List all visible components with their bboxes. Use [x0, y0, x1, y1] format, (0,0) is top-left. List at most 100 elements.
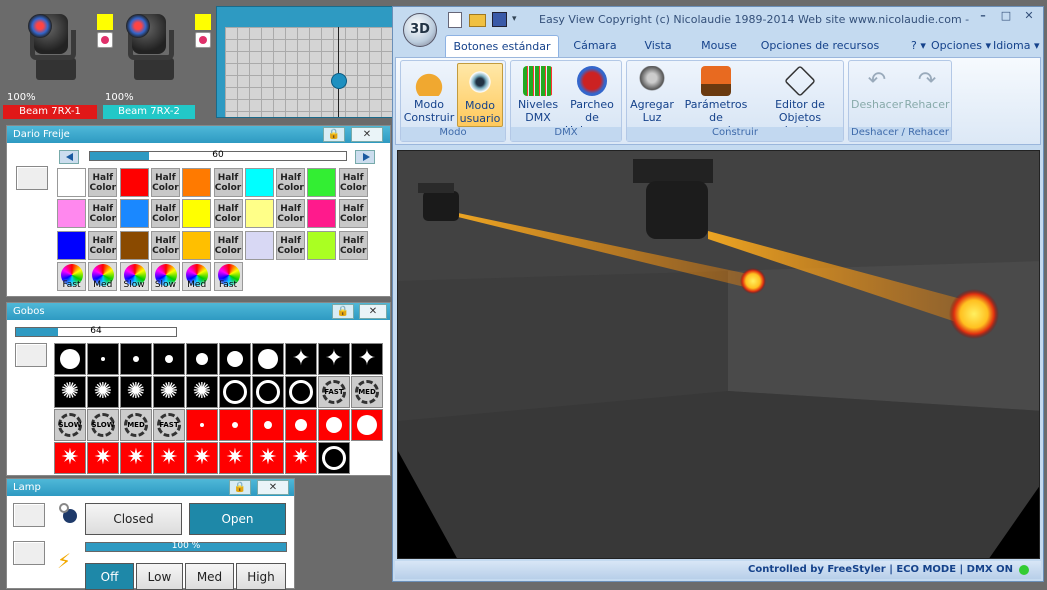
modo-usuario-button[interactable]: Modo usuario — [457, 63, 503, 127]
gobo-button[interactable]: ✺ — [54, 376, 86, 408]
language-menu[interactable]: Idioma ▾ — [993, 39, 1040, 52]
lock-icon[interactable]: 🔒 — [323, 127, 345, 142]
gobo-button[interactable]: ✦ — [318, 343, 350, 375]
half-color-button[interactable]: Half Color — [150, 168, 180, 197]
open-button[interactable]: Open — [189, 503, 286, 535]
lamp-mode-med[interactable]: Med — [185, 563, 234, 590]
gobo-button[interactable]: ✷ — [252, 442, 284, 474]
gobo-button[interactable]: ✦ — [285, 343, 317, 375]
tab-camara[interactable]: Cámara — [565, 35, 625, 57]
color-wheel-button[interactable]: Slow — [119, 261, 149, 291]
color-swatch[interactable] — [57, 168, 86, 197]
gobo-button[interactable]: ✺ — [186, 376, 218, 408]
tab-mouse[interactable]: Mouse — [691, 35, 747, 57]
quick-access-dropdown-icon[interactable]: ▾ — [512, 14, 517, 24]
half-color-button[interactable]: Half Color — [276, 199, 306, 229]
color-wheel-button[interactable]: Med — [182, 261, 212, 291]
gobo-button[interactable]: ✷ — [87, 442, 119, 474]
gobo-button[interactable] — [54, 343, 86, 375]
half-color-button[interactable]: Half Color — [338, 168, 368, 197]
half-color-button[interactable]: Half Color — [88, 230, 118, 260]
gobo-button[interactable] — [186, 343, 218, 375]
dimmer-reset-button[interactable] — [13, 541, 45, 565]
color-swatch[interactable] — [307, 168, 337, 197]
minimize-button[interactable]: – — [973, 9, 993, 22]
gobo-button[interactable] — [87, 343, 119, 375]
half-color-button[interactable]: Half Color — [88, 168, 118, 197]
gobo-button[interactable]: ✺ — [153, 376, 185, 408]
fixture-1-name[interactable]: Beam 7RX-1 — [3, 105, 97, 119]
rehacer-button[interactable]: ↷ Rehacer — [903, 63, 951, 127]
niveles-dmx-button[interactable]: Niveles DMX — [513, 63, 563, 127]
shutter-reset-button[interactable] — [13, 503, 45, 527]
tab-botones-estandar[interactable]: Botones estándar — [445, 35, 559, 57]
gobo-button[interactable]: ✷ — [186, 442, 218, 474]
close-button[interactable]: ✕ — [359, 304, 387, 319]
gobo-reset-button[interactable] — [15, 343, 47, 367]
lamp-mode-low[interactable]: Low — [136, 563, 183, 590]
color-slider[interactable]: 60 — [89, 150, 347, 161]
gobo-button[interactable] — [252, 376, 284, 408]
3d-scene[interactable] — [398, 151, 1040, 559]
color-reset-button[interactable] — [16, 166, 48, 190]
gobo-button[interactable] — [318, 442, 350, 474]
color-swatch[interactable] — [182, 230, 212, 260]
gobo-button[interactable] — [351, 409, 383, 441]
gobo-button[interactable] — [219, 376, 251, 408]
half-color-button[interactable]: Half Color — [338, 199, 368, 229]
half-color-button[interactable]: Half Color — [213, 230, 243, 260]
gobo-button[interactable] — [186, 409, 218, 441]
maximize-button[interactable]: □ — [996, 9, 1016, 22]
pan-tilt-handle[interactable] — [331, 73, 347, 89]
gobo-button[interactable]: SLOW — [87, 409, 119, 441]
half-color-button[interactable]: Half Color — [150, 199, 180, 229]
new-file-icon[interactable] — [448, 12, 462, 28]
agregar-luz-button[interactable]: Agregar Luz — [629, 63, 675, 127]
color-swatch[interactable] — [57, 230, 86, 260]
gobo-button[interactable]: ✺ — [120, 376, 152, 408]
gobo-button[interactable] — [285, 376, 317, 408]
color-swatch[interactable] — [182, 168, 212, 197]
pan-tilt-pad[interactable] — [216, 6, 394, 118]
color-wheel-button[interactable]: Fast — [57, 261, 86, 291]
closed-button[interactable]: Closed — [85, 503, 182, 535]
pan-tilt-grid[interactable] — [225, 27, 393, 117]
color-wheel-button[interactable]: Fast — [213, 261, 243, 291]
half-color-button[interactable]: Half Color — [150, 230, 180, 260]
gobo-button[interactable] — [219, 343, 251, 375]
parcheo-universos-button[interactable]: Parcheo de Universos — [563, 63, 621, 137]
gobo-button[interactable]: ✷ — [219, 442, 251, 474]
color-wheel-button[interactable]: Slow — [150, 261, 180, 291]
prev-arrow-button[interactable] — [59, 150, 79, 164]
editor-objetos-button[interactable]: Editor de Objetos simples — [757, 63, 843, 137]
tab-opciones-de-recursos[interactable]: Opciones de recursos — [755, 35, 885, 57]
gobo-button[interactable]: ✷ — [285, 442, 317, 474]
modo-construir-button[interactable]: Modo Construir — [403, 63, 455, 127]
next-arrow-button[interactable] — [355, 150, 375, 164]
gobo-button[interactable] — [219, 409, 251, 441]
color-swatch[interactable] — [119, 230, 149, 260]
gobo-slider[interactable]: 64 — [15, 326, 177, 337]
gobo-button[interactable]: ✷ — [54, 442, 86, 474]
color-swatch[interactable] — [244, 168, 274, 197]
gobo-button[interactable] — [120, 343, 152, 375]
lamp-mode-high[interactable]: High — [236, 563, 286, 590]
gobo-button[interactable]: ✷ — [120, 442, 152, 474]
color-swatch[interactable] — [244, 199, 274, 229]
close-button[interactable]: ✕ — [257, 480, 289, 495]
color-swatch[interactable] — [57, 199, 86, 229]
gobo-button[interactable]: ✷ — [153, 442, 185, 474]
color-swatch[interactable] — [244, 230, 274, 260]
lock-icon[interactable]: 🔒 — [332, 304, 354, 319]
fixture-2-icon[interactable] — [118, 8, 174, 98]
gobo-button[interactable]: ✺ — [87, 376, 119, 408]
color-wheel-button[interactable]: Med — [88, 261, 118, 291]
gobo-button[interactable]: ✦ — [351, 343, 383, 375]
help-menu[interactable]: ? ▾ — [911, 39, 926, 52]
deshacer-button[interactable]: ↶ Deshacer — [851, 63, 903, 127]
gobo-button[interactable] — [318, 409, 350, 441]
gobo-button[interactable] — [252, 409, 284, 441]
half-color-button[interactable]: Half Color — [213, 168, 243, 197]
gobo-button[interactable] — [285, 409, 317, 441]
open-folder-icon[interactable] — [469, 14, 486, 27]
